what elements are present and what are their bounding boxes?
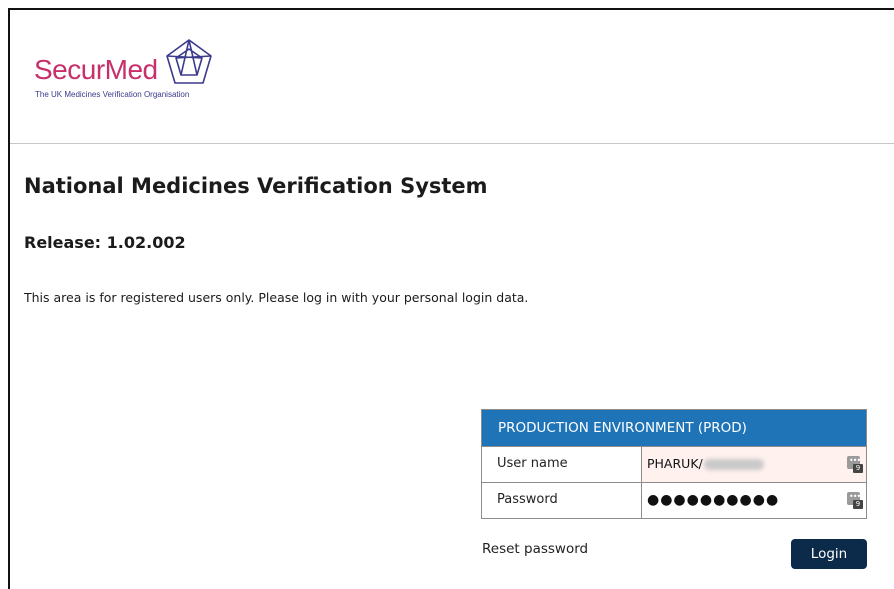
environment-header: PRODUCTION ENVIRONMENT (PROD) — [482, 410, 866, 446]
header: SecurMed The UK Medicines Verification O… — [8, 10, 894, 144]
username-value: PHARUK/ — [647, 456, 703, 471]
password-input[interactable]: ●●●●●●●●●● ••• 9 — [642, 483, 866, 518]
password-value: ●●●●●●●●●● — [647, 492, 780, 508]
redacted-text — [703, 459, 764, 470]
login-button[interactable]: Login — [791, 539, 867, 569]
logo-tagline: The UK Medicines Verification Organisati… — [35, 90, 190, 99]
password-manager-icon-badge: 9 — [853, 464, 863, 473]
release-version: Release: 1.02.002 — [24, 233, 186, 252]
logo-text: SecurMed — [34, 54, 158, 85]
username-label: User name — [482, 447, 642, 482]
page-title: National Medicines Verification System — [24, 174, 488, 198]
username-row: User name PHARUK/ ••• 9 — [482, 446, 866, 482]
password-row: Password ●●●●●●●●●● ••• 9 — [482, 482, 866, 518]
securmed-logo-icon — [166, 39, 212, 84]
password-manager-icon[interactable]: ••• 9 — [847, 456, 864, 473]
header-divider — [10, 143, 894, 144]
password-manager-icon[interactable]: ••• 9 — [847, 492, 864, 509]
login-form: PRODUCTION ENVIRONMENT (PROD) User name … — [481, 409, 867, 519]
reset-password-link[interactable]: Reset password — [482, 541, 588, 557]
username-input[interactable]: PHARUK/ ••• 9 — [642, 447, 866, 482]
intro-text: This area is for registered users only. … — [24, 290, 529, 305]
password-label: Password — [482, 483, 642, 518]
password-manager-icon-badge: 9 — [853, 500, 863, 509]
